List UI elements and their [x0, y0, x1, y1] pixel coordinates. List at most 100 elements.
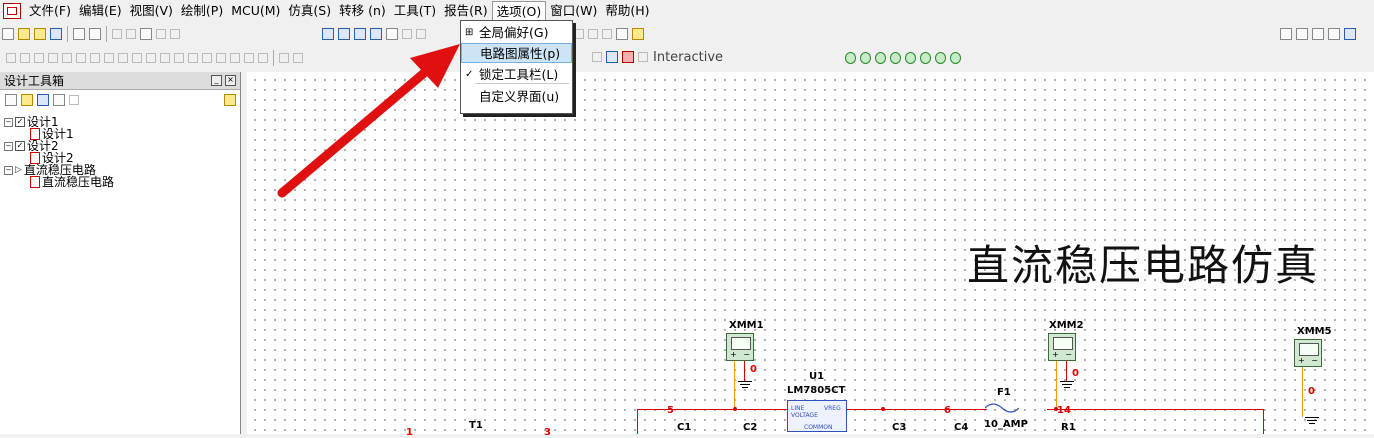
- place-connector-icon[interactable]: [230, 53, 240, 63]
- graph-tool-icon[interactable]: [905, 52, 916, 64]
- menu-place[interactable]: 绘制(P): [177, 1, 227, 20]
- checkmark-icon: ✓: [465, 69, 474, 80]
- ground-symbol: [738, 381, 752, 389]
- annotation-arrow: [277, 44, 460, 198]
- menu-item-lock-toolbars[interactable]: ✓ 锁定工具栏(L): [461, 65, 572, 85]
- menu-reports[interactable]: 报告(R): [440, 1, 491, 20]
- menu-item-sheet-properties[interactable]: 电路图属性(p): [461, 43, 572, 63]
- menu-file[interactable]: 文件(F): [25, 1, 75, 20]
- place-misc-icon[interactable]: [174, 53, 184, 63]
- menu-help[interactable]: 帮助(H): [601, 1, 653, 20]
- menu-item-customize-interface[interactable]: 自定义界面(u): [461, 87, 572, 107]
- graph-tool-icon[interactable]: [920, 52, 931, 64]
- probe-wire: [1302, 367, 1303, 417]
- graph-tool-icon[interactable]: [890, 52, 901, 64]
- find-icon[interactable]: [616, 28, 628, 40]
- place-ttl-icon[interactable]: [76, 53, 86, 63]
- place-ni-icon[interactable]: [216, 53, 226, 63]
- place-diode-icon[interactable]: [34, 53, 44, 63]
- toolbox-settings-icon[interactable]: [224, 94, 236, 106]
- cut-icon[interactable]: [112, 29, 122, 39]
- menu-tools[interactable]: 工具(T): [390, 1, 440, 20]
- multimeter-xmm5[interactable]: + −: [1294, 339, 1322, 367]
- simulation-mode-label[interactable]: Interactive: [653, 50, 723, 65]
- menu-mcu[interactable]: MCU(M): [227, 1, 284, 20]
- graph-tool-icon[interactable]: [950, 52, 961, 64]
- menu-transfer[interactable]: 转移 (n): [335, 1, 390, 20]
- menu-edit[interactable]: 编辑(E): [75, 1, 126, 20]
- stop-icon[interactable]: [622, 51, 634, 63]
- capacitor-label: C4: [954, 422, 969, 433]
- new-icon[interactable]: [2, 28, 14, 40]
- probe-dropdown-icon[interactable]: [574, 29, 584, 39]
- place-analog-icon[interactable]: [62, 53, 72, 63]
- fullscreen-icon[interactable]: [1344, 28, 1356, 40]
- save-design-icon[interactable]: [37, 94, 49, 106]
- collapse-icon[interactable]: −: [4, 117, 13, 127]
- capacitor-label: C3: [892, 422, 907, 433]
- tree-item-label: 直流稳压电路: [42, 175, 115, 189]
- zoom-sheet-icon[interactable]: [1328, 28, 1340, 40]
- check-icon: ✓: [15, 141, 25, 151]
- graph-tool-icon[interactable]: [860, 52, 871, 64]
- new-design-icon[interactable]: [5, 94, 17, 106]
- graph-tool-icon[interactable]: [875, 52, 886, 64]
- menu-item-global-preferences[interactable]: ⊞ 全局偏好(G): [461, 23, 572, 43]
- help-icon[interactable]: [632, 28, 644, 40]
- place-advanced-icon[interactable]: [118, 53, 128, 63]
- place-rf-icon[interactable]: [188, 53, 198, 63]
- toolbar-separator: [106, 26, 107, 42]
- place-indicator-icon[interactable]: [146, 53, 156, 63]
- probe-settings-icon[interactable]: [588, 29, 598, 39]
- undo-icon[interactable]: [156, 29, 166, 39]
- place-source-icon[interactable]: [6, 53, 16, 63]
- menu-view[interactable]: 视图(V): [126, 1, 177, 20]
- close-icon[interactable]: ×: [225, 75, 236, 86]
- place-hierarchical-icon[interactable]: [244, 53, 254, 63]
- place-mixed-icon[interactable]: [132, 53, 142, 63]
- multimeter-xmm1[interactable]: + −: [726, 333, 754, 361]
- zoom-area-icon[interactable]: [1312, 28, 1324, 40]
- print-icon[interactable]: [73, 28, 85, 40]
- voltage-regulator-u1[interactable]: LINE VREG VOLTAGE COMMON: [787, 400, 847, 432]
- graph-tool-icon[interactable]: [935, 52, 946, 64]
- place-cmos-icon[interactable]: [90, 53, 100, 63]
- pause-icon[interactable]: [606, 51, 618, 63]
- place-transistor-icon[interactable]: [48, 53, 58, 63]
- probe-options-icon[interactable]: [602, 29, 612, 39]
- multimeter-xmm2[interactable]: + −: [1048, 333, 1076, 361]
- collapse-icon[interactable]: −: [4, 165, 13, 175]
- menu-options[interactable]: 选项(O): [491, 0, 547, 21]
- open-sample-icon[interactable]: [34, 28, 46, 40]
- graph-tool-icon[interactable]: [845, 52, 856, 64]
- delete-design-icon[interactable]: [69, 95, 79, 105]
- minimize-icon[interactable]: _: [211, 75, 222, 86]
- print-preview-icon[interactable]: [89, 28, 101, 40]
- menu-simulate[interactable]: 仿真(S): [284, 1, 335, 20]
- run-icon[interactable]: [592, 52, 602, 62]
- redo-icon[interactable]: [170, 29, 180, 39]
- circuit-wire: [637, 409, 638, 434]
- menu-window[interactable]: 窗口(W): [546, 1, 601, 20]
- save-icon[interactable]: [50, 28, 62, 40]
- junction-dot: [881, 407, 885, 411]
- zoom-out-icon[interactable]: [1296, 28, 1308, 40]
- open-icon[interactable]: [18, 28, 30, 40]
- open-design-icon[interactable]: [21, 94, 33, 106]
- analysis-icon[interactable]: [638, 52, 648, 62]
- place-mcu-icon[interactable]: [104, 53, 114, 63]
- place-power-icon[interactable]: [160, 53, 170, 63]
- zoom-in-icon[interactable]: [1280, 28, 1292, 40]
- place-basic-icon[interactable]: [20, 53, 30, 63]
- circuit-wire: [1047, 409, 1264, 410]
- collapse-icon[interactable]: −: [4, 141, 13, 151]
- regulator-label: U1: [809, 371, 825, 382]
- place-electromech-icon[interactable]: [202, 53, 212, 63]
- fuse-f1[interactable]: [985, 402, 1019, 414]
- paste-icon[interactable]: [140, 28, 152, 40]
- copy-icon[interactable]: [126, 29, 136, 39]
- toolbox-tools: [0, 90, 240, 110]
- close-design-icon[interactable]: [53, 94, 65, 106]
- tree-item-schematic[interactable]: 直流稳压电路: [30, 176, 114, 188]
- place-bus-icon[interactable]: [258, 53, 268, 63]
